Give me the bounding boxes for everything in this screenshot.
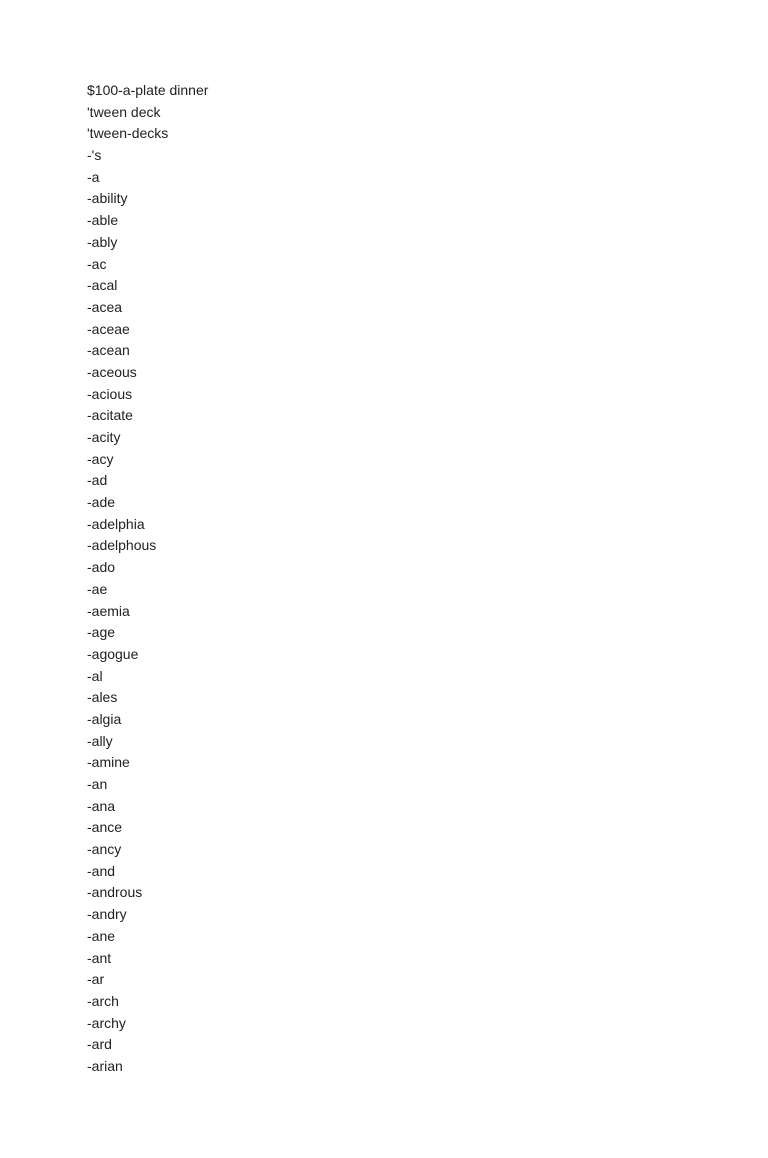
list-item: -'s (87, 145, 768, 167)
list-item: -ade (87, 492, 768, 514)
list-item: -age (87, 622, 768, 644)
list-item: -ancy (87, 839, 768, 861)
list-item: -ar (87, 969, 768, 991)
list-item: -ana (87, 796, 768, 818)
list-item: -aemia (87, 601, 768, 623)
list-item: -ant (87, 948, 768, 970)
list-item: -an (87, 774, 768, 796)
list-item: -algia (87, 709, 768, 731)
list-item: 'tween deck (87, 102, 768, 124)
list-item: -acious (87, 384, 768, 406)
list-item: -and (87, 861, 768, 883)
list-item: -adelphia (87, 514, 768, 536)
list-item: -ae (87, 579, 768, 601)
list-item: -ad (87, 470, 768, 492)
list-item: -archy (87, 1013, 768, 1035)
word-list: $100-a-plate dinner'tween deck'tween-dec… (0, 0, 768, 1158)
list-item: -ance (87, 817, 768, 839)
list-item: -aceae (87, 319, 768, 341)
list-item: -a (87, 167, 768, 189)
list-item: -andry (87, 904, 768, 926)
list-item: -ado (87, 557, 768, 579)
list-item: -ard (87, 1034, 768, 1056)
list-item: -agogue (87, 644, 768, 666)
list-item: -amine (87, 752, 768, 774)
list-item: -able (87, 210, 768, 232)
list-item: -al (87, 666, 768, 688)
list-item: -ane (87, 926, 768, 948)
list-item: -aceous (87, 362, 768, 384)
list-item: -ability (87, 188, 768, 210)
list-item: $100-a-plate dinner (87, 80, 768, 102)
list-item: -acal (87, 275, 768, 297)
list-item: -ally (87, 731, 768, 753)
list-item: -acitate (87, 405, 768, 427)
list-item: -acity (87, 427, 768, 449)
list-item: -adelphous (87, 535, 768, 557)
list-item: -acy (87, 449, 768, 471)
list-item: -acean (87, 340, 768, 362)
list-item: -androus (87, 882, 768, 904)
list-item: -ales (87, 687, 768, 709)
list-item: -ac (87, 254, 768, 276)
list-item: -acea (87, 297, 768, 319)
list-item: 'tween-decks (87, 123, 768, 145)
list-item: -arch (87, 991, 768, 1013)
list-item: -ably (87, 232, 768, 254)
list-item: -arian (87, 1056, 768, 1078)
